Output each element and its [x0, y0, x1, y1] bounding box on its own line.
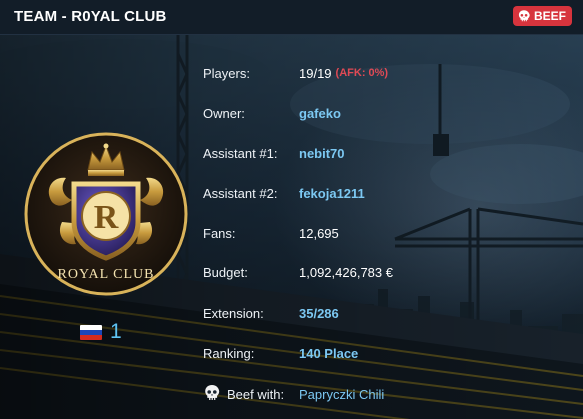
team-header: TEAM - R0YAL CLUB BEEF — [0, 0, 583, 35]
skull-icon — [518, 10, 530, 22]
fans-label: Fans: — [203, 225, 236, 241]
assistant2-row: Assistant #2: fekoja1211 — [203, 183, 365, 203]
royal-club-emblem: R ROYAL CLUB — [24, 132, 188, 296]
budget-row: Budget: 1,092,426,783 € — [203, 262, 393, 282]
owner-label: Owner: — [203, 105, 245, 121]
budget-label: Budget: — [203, 264, 248, 280]
logo-monogram: R — [94, 199, 119, 236]
fans-row: Fans: 12,695 — [203, 223, 339, 243]
extension-link[interactable]: 35/286 — [299, 306, 339, 321]
ranking-link[interactable]: 140 Place — [299, 346, 358, 361]
owner-link[interactable]: gafeko — [299, 106, 341, 121]
beef-badge[interactable]: BEEF — [512, 6, 572, 26]
afk-indicator: (AFK: 0%) — [335, 67, 389, 79]
assistant2-link[interactable]: fekoja1211 — [299, 186, 365, 201]
extension-row: Extension: 35/286 — [203, 303, 339, 323]
players-value: 19/19 — [299, 65, 332, 81]
budget-value: 1,092,426,783 € — [299, 264, 393, 280]
fans-value: 12,695 — [299, 225, 339, 241]
beef-with-label-group: Beef with: — [203, 384, 299, 404]
skull-icon — [205, 385, 220, 400]
extension-label: Extension: — [203, 305, 264, 321]
club-logo: R ROYAL CLUB — [22, 130, 190, 298]
logo-club-name: ROYAL CLUB — [58, 267, 155, 282]
russia-flag-icon — [80, 324, 102, 340]
team-panel: TEAM - R0YAL CLUB BEEF R ROYAL CLUB 1 Pl… — [0, 0, 583, 419]
beef-with-label: Beef with: — [227, 386, 285, 402]
team-content: R ROYAL CLUB 1 Players: 19/19 (AFK: 0%) … — [0, 34, 583, 419]
beef-badge-label: BEEF — [533, 9, 566, 23]
ranking-row: Ranking: 140 Place — [203, 343, 358, 363]
assistant2-label: Assistant #2: — [203, 185, 278, 201]
assistant1-link[interactable]: nebit70 — [299, 146, 345, 161]
assistant1-row: Assistant #1: nebit70 — [203, 143, 345, 163]
players-row: Players: 19/19 (AFK: 0%) — [203, 63, 388, 83]
assistant1-label: Assistant #1: — [203, 145, 278, 161]
beef-row: Beef with: Papryczki Chili — [203, 384, 384, 404]
beef-opponent-link[interactable]: Papryczki Chili — [299, 387, 384, 402]
owner-row: Owner: gafeko — [203, 103, 341, 123]
country-rank-value: 1 — [110, 320, 122, 343]
players-label: Players: — [203, 65, 250, 81]
ranking-label: Ranking: — [203, 345, 255, 361]
country-rank: 1 — [80, 318, 122, 346]
team-title: TEAM - R0YAL CLUB — [14, 8, 167, 25]
